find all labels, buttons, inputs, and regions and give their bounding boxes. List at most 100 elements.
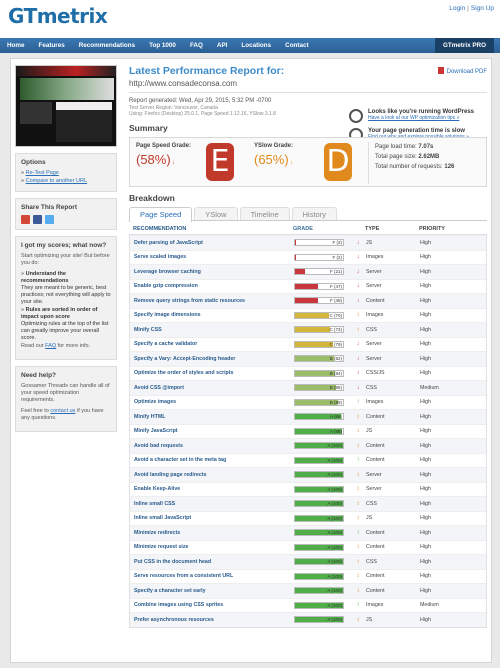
table-row[interactable]: Specify a cache validator C (79) ↓ Server Hi… [130, 336, 486, 352]
table-row[interactable]: Combine images using CSS sprites A (100) ↑… [130, 597, 486, 613]
wp-tips-link[interactable]: Have a look at our WP optimization tips … [368, 115, 459, 121]
table-row[interactable]: Optimize images B (89) ↑ Images High [130, 394, 486, 410]
recommendation-name[interactable]: Specify a cache validator [134, 341, 294, 347]
recommendation-name[interactable]: Avoid CSS @import [134, 385, 294, 391]
nav-top-1000[interactable]: Top 1000 [142, 42, 183, 49]
recommendation-name[interactable]: Inline small CSS [134, 501, 294, 507]
tab-timeline[interactable]: Timeline [239, 207, 290, 220]
report-container: Options » Re-Test Page » Compare to anot… [10, 58, 492, 663]
google-plus-icon[interactable] [21, 215, 30, 224]
grade-bar: A (96) [294, 413, 344, 421]
priority-cell: Medium [420, 384, 439, 391]
type-cell: Images [366, 602, 384, 609]
grade-label: A (100) [327, 588, 342, 594]
recommendation-name[interactable]: Specify a character set early [134, 588, 294, 594]
table-row[interactable]: Leverage browser caching F (21) ↓ Server Hig… [130, 264, 486, 279]
tab-history[interactable]: History [291, 207, 337, 220]
nav-faq[interactable]: FAQ [183, 42, 210, 49]
scores-help-box: I got my scores; what now? Start optimiz… [15, 236, 117, 360]
recommendation-name[interactable]: Leverage browser caching [134, 269, 294, 275]
table-row[interactable]: Prefer asynchronous resources A (100) ↕ JS H… [130, 612, 486, 627]
nav-pro-button[interactable]: GTmetrix PRO [434, 38, 494, 53]
faq-link[interactable]: FAQ [45, 343, 56, 349]
grade-bar: C (73) [294, 326, 344, 334]
recommendation-name[interactable]: Remove query strings from static resourc… [134, 298, 294, 304]
table-row[interactable]: Avoid a character set in the meta tag A (… [130, 452, 486, 468]
trend-arrow-icon: ↕ [356, 544, 360, 551]
recommendation-name[interactable]: Specify image dimensions [134, 312, 294, 318]
table-row[interactable]: Minify HTML A (96) ↕ Content High [130, 409, 486, 424]
table-row[interactable]: Avoid bad requests A (100) ↕ Content High [130, 438, 486, 453]
type-cell: Server [366, 355, 382, 362]
recommendation-name[interactable]: Enable gzip compression [134, 283, 294, 289]
recommendation-name[interactable]: Prefer asynchronous resources [134, 617, 294, 623]
grade-bar: B (84) [294, 369, 344, 377]
table-row[interactable]: Enable gzip compression F (47) ↓ Server High [130, 278, 486, 294]
table-row[interactable]: Inline small JavaScript A (100) ↕ JS High [130, 510, 486, 526]
grade-label: A (100) [327, 486, 342, 492]
nav-recommendations[interactable]: Recommendations [72, 42, 142, 49]
nav-contact[interactable]: Contact [278, 42, 315, 49]
signup-link[interactable]: Sign Up [471, 5, 494, 12]
table-row[interactable]: Enable Keep-Alive A (100) ↕ Server High [130, 481, 486, 497]
tab-yslow[interactable]: YSlow [194, 207, 238, 220]
tab-page-speed[interactable]: Page Speed [129, 207, 193, 222]
gtmetrix-logo[interactable]: GTmetrix [8, 4, 108, 28]
table-row[interactable]: Defer parsing of JavaScript F (2) ↓ JS High [130, 235, 486, 250]
download-pdf-link[interactable]: Download PDF [437, 67, 487, 75]
recommendation-name[interactable]: Avoid a character set in the meta tag [134, 457, 294, 463]
compare-link[interactable]: Compare to another URL [26, 178, 87, 184]
recommendation-name[interactable]: Enable Keep-Alive [134, 486, 294, 492]
recommendation-name[interactable]: Avoid bad requests [134, 443, 294, 449]
nav-api[interactable]: API [210, 42, 235, 49]
retest-link[interactable]: Re-Test Page [26, 170, 59, 176]
col-priority: PRIORITY [419, 226, 445, 232]
table-row[interactable]: Optimize the order of styles and scripts… [130, 365, 486, 381]
table-row[interactable]: Minify JavaScript A (98) ↕ JS High [130, 423, 486, 439]
priority-cell: High [420, 544, 431, 551]
recommendation-name[interactable]: Avoid landing page redirects [134, 472, 294, 478]
facebook-icon[interactable] [33, 215, 42, 224]
nav-home[interactable]: Home [0, 42, 32, 49]
recommendation-name[interactable]: Optimize the order of styles and scripts [134, 370, 294, 376]
recommendation-name[interactable]: Minify JavaScript [134, 428, 294, 434]
priority-cell: High [420, 486, 431, 493]
table-row[interactable]: Minimize request size A (100) ↕ Content High [130, 539, 486, 555]
recommendation-name[interactable]: Put CSS in the document head [134, 559, 294, 565]
table-row[interactable]: Specify a Vary: Accept-Encoding header B … [130, 351, 486, 366]
priority-cell: High [420, 283, 431, 290]
recommendation-name[interactable]: Minimize redirects [134, 530, 294, 536]
grade-bar: C (70) [294, 311, 344, 319]
recommendation-name[interactable]: Minimize request size [134, 544, 294, 550]
nav-locations[interactable]: Locations [234, 42, 278, 49]
grade-bar: F (2) [294, 253, 344, 261]
table-row[interactable]: Specify image dimensions C (70) ↕ Images Hig… [130, 307, 486, 323]
recommendation-name[interactable]: Minify CSS [134, 327, 294, 333]
twitter-icon[interactable] [45, 215, 54, 224]
recommendation-name[interactable]: Serve resources from a consistent URL [134, 573, 294, 579]
type-cell: CSS [366, 384, 377, 391]
table-row[interactable]: Specify a character set early A (100) ↕ Con… [130, 583, 486, 598]
recommendation-name[interactable]: Specify a Vary: Accept-Encoding header [134, 356, 294, 362]
recommendation-name[interactable]: Serve scaled images [134, 254, 294, 260]
contact-us-link[interactable]: contact us [50, 408, 75, 414]
recommendation-name[interactable]: Defer parsing of JavaScript [134, 240, 294, 246]
table-row[interactable]: Avoid landing page redirects A (100) ↕ Serv… [130, 467, 486, 482]
table-row[interactable]: Serve scaled images F (2) ↓ Images High [130, 249, 486, 265]
nav-features[interactable]: Features [32, 42, 72, 49]
table-row[interactable]: Minimize redirects A (100) ↑ Content High [130, 525, 486, 540]
recommendation-name[interactable]: Minify HTML [134, 414, 294, 420]
table-row[interactable]: Inline small CSS A (100) ↕ CSS High [130, 496, 486, 511]
table-row[interactable]: Avoid CSS @import B (85) ↓ CSS Medium [130, 380, 486, 395]
login-link[interactable]: Login [449, 5, 465, 12]
recommendation-name[interactable]: Optimize images [134, 399, 294, 405]
grade-bar: A (100) [294, 514, 344, 522]
page-screenshot-thumbnail[interactable] [15, 65, 117, 147]
recommendation-name[interactable]: Inline small JavaScript [134, 515, 294, 521]
grade-bar: A (100) [294, 442, 344, 450]
table-row[interactable]: Minify CSS C (73) ↕ CSS High [130, 322, 486, 337]
table-row[interactable]: Serve resources from a consistent URL A (… [130, 568, 486, 584]
table-row[interactable]: Put CSS in the document head A (100) ↕ CSS H… [130, 554, 486, 569]
table-row[interactable]: Remove query strings from static resourc… [130, 293, 486, 308]
recommendation-name[interactable]: Combine images using CSS sprites [134, 602, 294, 608]
